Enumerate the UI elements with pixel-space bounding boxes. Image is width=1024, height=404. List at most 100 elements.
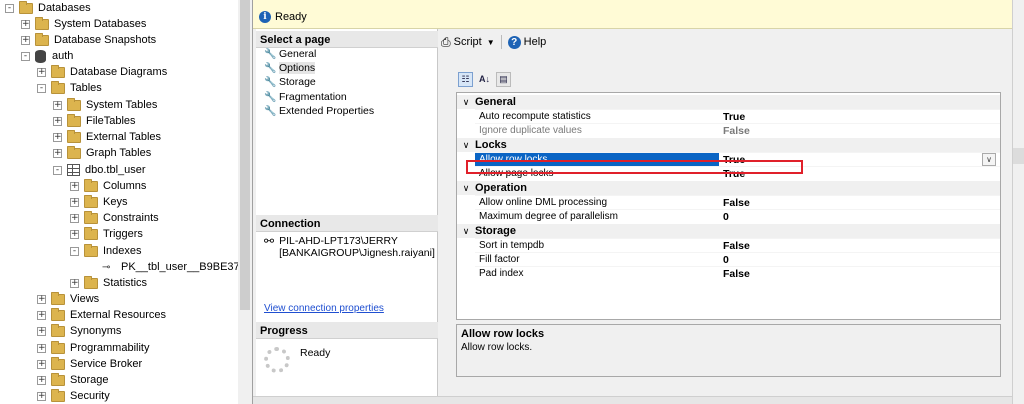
tree-item-label: Constraints — [103, 212, 159, 224]
tree-item-system-databases[interactable]: + System Databases — [21, 16, 146, 32]
tree-item-database-diagrams[interactable]: + Database Diagrams — [37, 64, 167, 80]
tree-item-graph-tables[interactable]: + Graph Tables — [53, 145, 151, 161]
tree-item-keys[interactable]: + Keys — [70, 194, 127, 210]
property-value[interactable]: 0 — [719, 210, 1000, 224]
help-button[interactable]: Help — [524, 36, 547, 48]
view-connection-properties-link[interactable]: View connection properties — [264, 303, 384, 314]
tree-item-triggers[interactable]: + Triggers — [70, 226, 143, 242]
tree-item-synonyms[interactable]: + Synonyms — [37, 323, 121, 339]
wrench-icon: 🔧 — [264, 76, 277, 88]
collapse-icon[interactable]: - — [53, 165, 62, 175]
dialog-bottom-edge — [253, 396, 1013, 404]
tree-item-storage[interactable]: + Storage — [37, 372, 109, 388]
expand-icon[interactable]: + — [21, 19, 30, 29]
tree-scrollbar[interactable] — [238, 0, 252, 404]
page-extended-properties[interactable]: 🔧 Extended Properties — [264, 104, 374, 118]
expand-icon[interactable]: + — [37, 359, 46, 369]
expand-icon[interactable]: + — [37, 326, 46, 336]
tree-item-tables[interactable]: - Tables — [37, 80, 102, 96]
category-storage[interactable]: ∨ Storage — [457, 224, 1000, 238]
description-text: Allow row locks. — [461, 342, 533, 353]
property-value[interactable]: False — [719, 239, 1000, 253]
expand-icon[interactable]: + — [37, 294, 46, 304]
expand-icon[interactable]: + — [37, 343, 46, 353]
chevron-down-icon[interactable]: ∨ — [457, 140, 475, 151]
tree-item-programmability[interactable]: + Programmability — [37, 340, 149, 356]
property-pages-icon[interactable]: ▤ — [496, 72, 511, 87]
tree-item-security[interactable]: + Security — [37, 388, 110, 404]
expand-icon[interactable]: + — [53, 132, 62, 142]
property-pad-index[interactable]: Pad index False — [475, 266, 1000, 280]
property-value[interactable]: False — [719, 196, 1000, 210]
expand-icon[interactable]: + — [70, 229, 79, 239]
collapse-icon[interactable]: - — [21, 51, 30, 61]
tree-item-service-broker[interactable]: + Service Broker — [37, 356, 142, 372]
collapse-icon[interactable]: - — [37, 83, 46, 93]
chevron-down-icon[interactable]: ∨ — [457, 183, 475, 194]
tree-item-filetables[interactable]: + FileTables — [53, 113, 136, 129]
page-fragmentation[interactable]: 🔧 Fragmentation — [264, 90, 347, 104]
expand-icon[interactable]: + — [37, 310, 46, 320]
tree-item-database-snapshots[interactable]: + Database Snapshots — [21, 32, 156, 48]
folder-icon — [84, 243, 98, 257]
property-name: Pad index — [479, 267, 524, 279]
expand-icon[interactable]: + — [21, 35, 30, 45]
tree-item-pk-index[interactable]: ⊸ PK__tbl_user__B9BE370F — [102, 259, 238, 275]
expand-icon[interactable]: + — [37, 391, 46, 401]
collapse-icon[interactable]: - — [5, 3, 14, 13]
tree-item-label: Columns — [103, 180, 147, 192]
chevron-down-icon[interactable]: ∨ — [457, 97, 475, 108]
tree-item-external-resources[interactable]: + External Resources — [37, 307, 166, 323]
tree-item-label: Statistics — [103, 277, 148, 289]
category-general[interactable]: ∨ General — [457, 95, 1000, 109]
dropdown-button[interactable]: ∨ — [982, 153, 996, 166]
tree-item-indexes[interactable]: - Indexes — [70, 243, 142, 259]
page-storage[interactable]: 🔧 Storage — [264, 75, 316, 89]
expand-icon[interactable]: + — [53, 116, 62, 126]
dialog-toolbar: ⎙ Script ▼ ? Help — [441, 32, 546, 52]
property-allow-online-dml-processing[interactable]: Allow online DML processing False — [475, 195, 1000, 209]
chevron-down-icon[interactable]: ∨ — [457, 226, 475, 237]
property-value[interactable]: 0 — [719, 253, 1000, 267]
category-operation[interactable]: ∨ Operation — [457, 181, 1000, 195]
tree-item-auth[interactable]: - auth — [21, 48, 73, 64]
categorized-icon[interactable]: ☷ — [458, 72, 473, 87]
expand-icon[interactable]: + — [70, 278, 79, 288]
tree-item-statistics[interactable]: + Statistics — [70, 275, 147, 291]
expand-icon[interactable]: + — [53, 100, 62, 110]
chevron-down-icon[interactable]: ▼ — [487, 38, 495, 47]
tree-item-databases[interactable]: - Databases — [5, 0, 91, 16]
index-properties-dialog: i Ready Select a page 🔧 General 🔧 Option… — [252, 0, 1013, 404]
expand-icon[interactable]: + — [70, 181, 79, 191]
connection-icon: ⚯ — [264, 234, 275, 248]
property-value[interactable]: True — [719, 110, 1000, 124]
expand-icon[interactable]: + — [70, 197, 79, 207]
page-label: Options — [279, 62, 316, 74]
property-sort-in-tempdb[interactable]: Sort in tempdb False — [475, 238, 1000, 252]
tree-item-external-tables[interactable]: + External Tables — [53, 129, 161, 145]
property-fill-factor[interactable]: Fill factor 0 — [475, 252, 1000, 266]
expand-icon[interactable]: + — [37, 67, 46, 77]
property-value[interactable]: False — [719, 267, 1000, 281]
scrollbar-thumb[interactable] — [240, 0, 250, 310]
progress-spinner-icon — [264, 347, 290, 373]
property-auto-recompute-statistics[interactable]: Auto recompute statistics True — [475, 109, 1000, 123]
expand-icon[interactable]: + — [53, 148, 62, 158]
tree-item-views[interactable]: + Views — [37, 291, 99, 307]
tree-item-constraints[interactable]: + Constraints — [70, 210, 159, 226]
category-locks[interactable]: ∨ Locks — [457, 138, 1000, 152]
expand-icon[interactable]: + — [70, 213, 79, 223]
collapse-icon[interactable]: - — [70, 246, 79, 256]
page-general[interactable]: 🔧 General — [264, 47, 316, 61]
tree-item-label: Keys — [103, 196, 128, 208]
script-button[interactable]: Script — [454, 36, 482, 48]
tree-item-dbo-tbl-user[interactable]: - dbo.tbl_user — [53, 162, 146, 178]
property-maximum-degree-of-parallelism[interactable]: Maximum degree of parallelism 0 — [475, 209, 1000, 223]
expand-icon[interactable]: + — [37, 375, 46, 385]
tree-item-columns[interactable]: + Columns — [70, 178, 146, 194]
alphabetical-sort-icon[interactable]: A↓ — [477, 72, 492, 87]
tree-item-system-tables[interactable]: + System Tables — [53, 97, 157, 113]
tree-item-label: System Tables — [86, 99, 158, 111]
background-window-edge — [1012, 0, 1024, 404]
page-options[interactable]: 🔧 Options — [264, 61, 316, 75]
